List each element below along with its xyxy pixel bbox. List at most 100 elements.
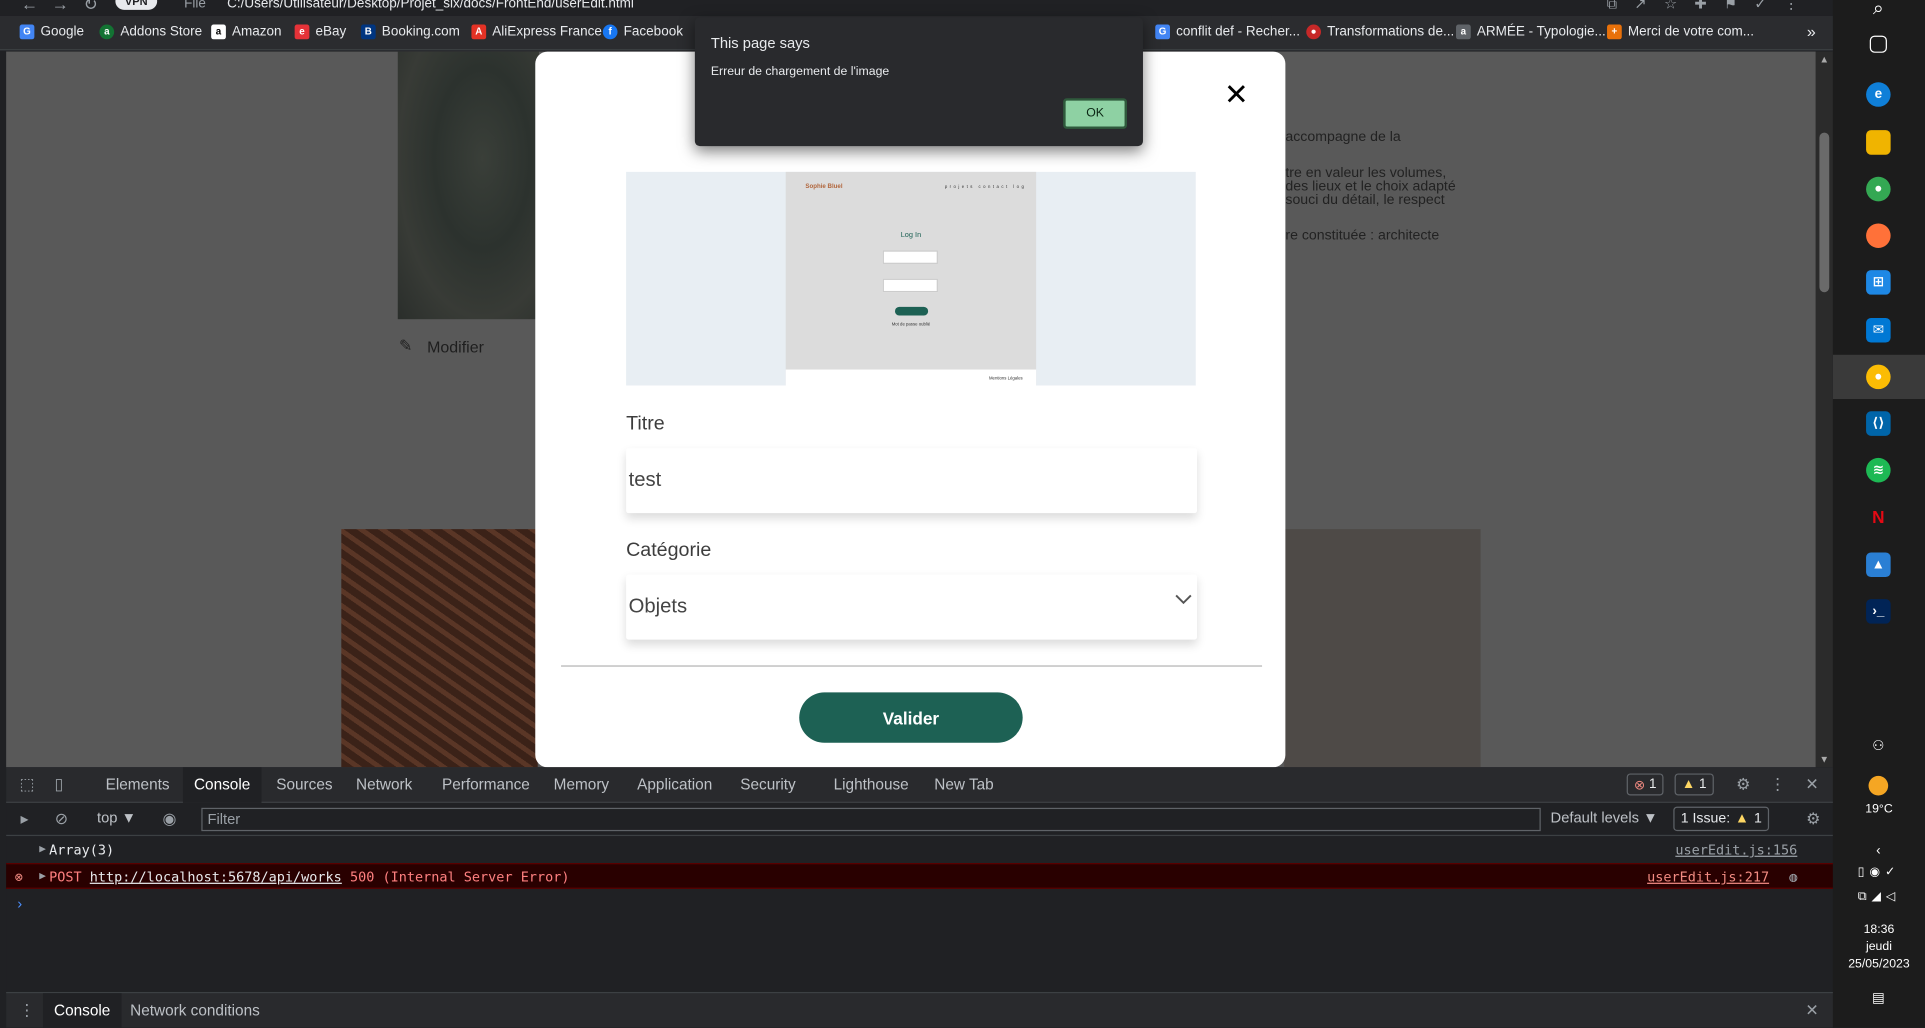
tab-network[interactable]: Network: [345, 767, 423, 803]
ok-button[interactable]: OK: [1063, 98, 1128, 129]
reload-icon[interactable]: ↻: [83, 0, 97, 15]
scrollbar-thumb[interactable]: [1819, 132, 1830, 293]
bookmarks-overflow-icon[interactable]: »: [1807, 22, 1816, 40]
error-source-link[interactable]: userEdit.js:217: [1647, 864, 1769, 890]
bookmark-conflit[interactable]: Gconflit def - Recher...: [1155, 24, 1300, 40]
system-tray-icons[interactable]: ▯◉✓: [1833, 866, 1925, 880]
firefox-icon[interactable]: [1866, 223, 1891, 248]
tab-memory[interactable]: Memory: [543, 767, 621, 803]
title-input[interactable]: test: [626, 448, 1197, 514]
chevron-down-icon: [1175, 594, 1192, 605]
weather-icon[interactable]: [1868, 775, 1889, 796]
mail-icon[interactable]: ✉: [1866, 317, 1891, 343]
clock-day[interactable]: jeudi: [1833, 940, 1925, 954]
tab-sources[interactable]: Sources: [265, 767, 343, 803]
scroll-down-icon[interactable]: ▼: [1819, 754, 1829, 765]
chevron-left-icon[interactable]: ‹: [1866, 839, 1891, 864]
preview-footer: Mentions Légales: [785, 369, 1037, 386]
bookmark-amazon[interactable]: a Amazon: [211, 24, 282, 40]
more-options-icon[interactable]: ⋮: [1769, 775, 1786, 793]
category-select[interactable]: Objets: [626, 574, 1197, 640]
netflix-icon[interactable]: N: [1866, 505, 1891, 530]
tab-lighthouse[interactable]: Lighthouse: [823, 767, 920, 803]
drawer-tab-console[interactable]: Console: [42, 993, 122, 1028]
search-icon[interactable]: ⌕: [1866, 0, 1891, 22]
log-source-link[interactable]: userEdit.js:156: [1675, 837, 1797, 863]
chrome-canary-icon[interactable]: ●: [1866, 364, 1891, 390]
powershell-icon[interactable]: ›_: [1866, 599, 1891, 624]
clear-console-icon[interactable]: ⊘: [53, 810, 70, 827]
bookmark-ebay[interactable]: e eBay: [294, 24, 346, 40]
address-bar[interactable]: C:/Users/Utilisateur/Desktop/Projet_six/…: [227, 0, 634, 11]
bookmark-facebook[interactable]: f Facebook: [602, 24, 683, 40]
filter-input[interactable]: Filter: [201, 807, 1541, 832]
microsoft-store-icon[interactable]: ⊞: [1866, 270, 1891, 295]
tab-elements[interactable]: Elements: [95, 767, 181, 803]
tab-application[interactable]: Application: [626, 767, 723, 803]
console-log-row[interactable]: ▶ Array(3) userEdit.js:156: [6, 837, 1833, 863]
addons-store-icon: a: [99, 24, 115, 40]
warning-count-badge[interactable]: ▲ 1: [1674, 773, 1714, 796]
weather-temperature[interactable]: 19°C: [1833, 803, 1925, 817]
alert-dialog: This page says Erreur de chargement de l…: [694, 17, 1143, 147]
error-count-badge[interactable]: ⊗ 1: [1626, 773, 1664, 796]
network-request-icon[interactable]: ◍: [1789, 864, 1797, 890]
clock-time[interactable]: 18:36: [1833, 923, 1925, 937]
sidebar-toggle-icon[interactable]: ▸: [16, 810, 33, 827]
inspect-element-icon[interactable]: ⬚: [18, 775, 35, 793]
edit-link[interactable]: ✎ Modifier: [399, 336, 484, 356]
gallery-photo: [341, 529, 538, 768]
back-icon[interactable]: ←: [21, 0, 38, 14]
transformations-icon: ●: [1306, 24, 1321, 40]
task-view-icon[interactable]: [1869, 35, 1887, 53]
bookmark-addons-store[interactable]: a Addons Store: [99, 24, 202, 40]
log-levels-dropdown[interactable]: Default levels ▼: [1551, 809, 1658, 826]
console-error-row[interactable]: ⊗ ▶ POST http://localhost:5678/api/works…: [6, 863, 1833, 889]
drawer-tab-network-conditions[interactable]: Network conditions: [119, 993, 271, 1028]
context-selector[interactable]: top ▼: [97, 809, 136, 826]
scroll-up-icon[interactable]: ▲: [1819, 54, 1829, 65]
expand-triangle-icon[interactable]: ▶: [39, 837, 46, 863]
project-photo: [397, 51, 539, 320]
drawer-menu-icon[interactable]: ⋮: [18, 1001, 35, 1019]
device-toolbar-icon[interactable]: ▯: [50, 775, 67, 793]
chrome-icon[interactable]: ●: [1866, 176, 1891, 202]
bookmark-aliexpress[interactable]: A AliExpress France: [471, 24, 602, 40]
bookmark-armee[interactable]: a ARMÉE - Typologie...: [1456, 24, 1606, 40]
close-drawer-icon[interactable]: ✕: [1803, 1001, 1820, 1019]
spotify-icon[interactable]: ≋: [1866, 457, 1891, 483]
tab-performance[interactable]: Performance: [431, 767, 541, 803]
issues-badge[interactable]: 1 Issue: ▲ 1: [1673, 806, 1770, 832]
browser-extension-icons[interactable]: ⧉↗☆✚⚑✓⋮: [1607, 0, 1816, 14]
tab-console[interactable]: Console: [182, 767, 262, 803]
close-icon[interactable]: ✕: [1224, 80, 1249, 110]
console-prompt-icon[interactable]: ›: [17, 895, 22, 912]
bookmark-booking[interactable]: B Booking.com: [360, 24, 460, 40]
tab-security[interactable]: Security: [729, 767, 807, 803]
bookmark-merci[interactable]: + Merci de votre com...: [1607, 24, 1754, 40]
page-scrollbar[interactable]: ▲ ▼: [1815, 51, 1833, 768]
notifications-icon[interactable]: ▤: [1866, 986, 1891, 1011]
bookmark-google[interactable]: G Google: [19, 24, 84, 40]
close-devtools-icon[interactable]: ✕: [1803, 775, 1820, 793]
vscode-icon[interactable]: ⟨⟩: [1866, 411, 1891, 436]
network-volume-icons[interactable]: ⧉◢◁: [1833, 890, 1925, 904]
vpn-badge[interactable]: VPN: [115, 0, 158, 10]
photos-icon[interactable]: ▲: [1866, 552, 1891, 578]
tab-new-tab[interactable]: New Tab: [923, 767, 1005, 803]
request-url-link[interactable]: http://localhost:5678/api/works: [90, 869, 342, 885]
console-settings-gear-icon[interactable]: ⚙: [1805, 810, 1822, 827]
file-explorer-icon[interactable]: [1866, 130, 1891, 155]
amazon-icon: a: [211, 24, 226, 40]
settings-gear-icon[interactable]: ⚙: [1735, 775, 1752, 793]
edge-icon[interactable]: e: [1866, 82, 1891, 107]
submit-button[interactable]: Valider: [799, 692, 1023, 743]
eye-icon[interactable]: ◉: [161, 810, 178, 827]
expand-triangle-icon[interactable]: ▶: [39, 864, 46, 890]
preview-menu: projets contact log: [944, 184, 1027, 190]
forward-icon[interactable]: →: [52, 0, 69, 14]
bookmark-transformations[interactable]: ● Transformations de...: [1306, 24, 1454, 40]
merci-icon: +: [1607, 24, 1622, 40]
people-icon[interactable]: ⚇: [1866, 734, 1891, 759]
clock-date[interactable]: 25/05/2023: [1833, 958, 1925, 972]
